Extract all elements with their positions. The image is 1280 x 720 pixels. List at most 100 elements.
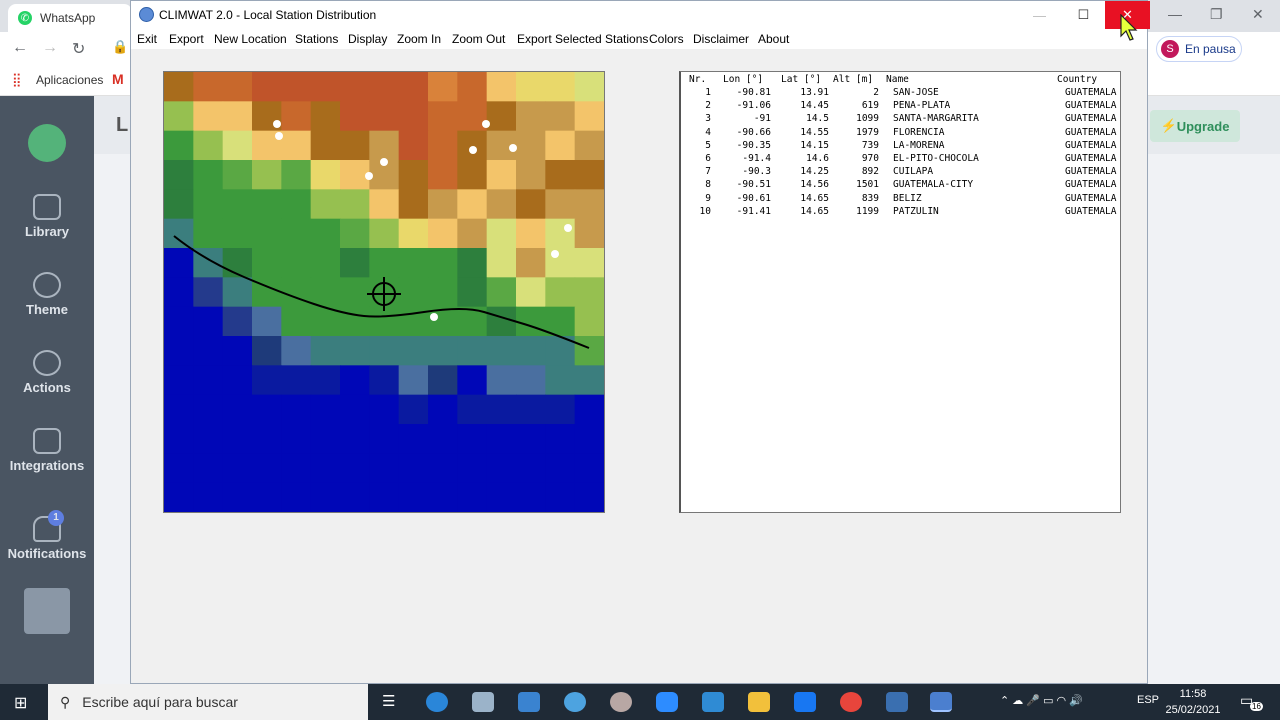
station-marker[interactable] xyxy=(509,144,517,152)
map-grid-cell xyxy=(281,453,312,484)
station-marker[interactable] xyxy=(564,224,572,232)
station-table[interactable]: Nr. Lon [°] Lat [°] Alt [m] Name Country… xyxy=(679,71,1121,513)
back-icon[interactable]: ← xyxy=(12,39,28,57)
station-marker[interactable] xyxy=(275,132,283,140)
menu-stations[interactable]: Stations xyxy=(295,32,338,46)
table-row[interactable]: 9 -90.61 14.65 839 BELIZ GUATEMALA xyxy=(681,193,1120,206)
chrome-icon[interactable] xyxy=(840,692,862,712)
table-cell: 1979 xyxy=(856,126,879,138)
zoom-icon[interactable] xyxy=(656,692,678,712)
mail-icon[interactable] xyxy=(518,692,540,712)
close-icon[interactable]: ✕ xyxy=(1252,6,1264,23)
map-grid-cell xyxy=(252,453,282,484)
station-marker[interactable] xyxy=(469,146,477,154)
map-grid-cell xyxy=(310,189,341,220)
edge-icon[interactable] xyxy=(426,692,448,712)
climwat-taskbar-icon[interactable] xyxy=(930,692,952,712)
station-marker[interactable] xyxy=(365,172,373,180)
gmail-icon[interactable]: M xyxy=(112,71,124,87)
menu-zoom-out[interactable]: Zoom Out xyxy=(452,32,505,46)
facebook-icon[interactable] xyxy=(794,692,816,712)
menu-zoom-in[interactable]: Zoom In xyxy=(397,32,441,46)
map-grid-cell xyxy=(545,248,576,278)
menu-export-selected-stations[interactable]: Export Selected Stations xyxy=(517,32,648,46)
task-view-icon[interactable]: ☰ xyxy=(382,692,395,710)
map-grid-cell xyxy=(398,482,429,512)
system-tray-icons[interactable]: ⌃ ☁ 🎤 ▭ ◠ 🔊 xyxy=(1000,694,1083,707)
search-placeholder: Escribe aquí para buscar xyxy=(82,694,238,710)
store-icon[interactable] xyxy=(472,692,494,712)
bookmark-apps[interactable]: Aplicaciones xyxy=(36,73,103,87)
map-grid-cell xyxy=(340,130,370,161)
paint-icon[interactable] xyxy=(610,692,632,712)
table-row[interactable]: 1 -90.81 13.91 2 SAN-JOSE GUATEMALA xyxy=(681,87,1120,100)
upgrade-button[interactable]: ⚡ Upgrade xyxy=(1150,110,1240,142)
menu-disclaimer[interactable]: Disclaimer xyxy=(693,32,749,46)
map-grid-cell xyxy=(310,424,341,454)
actions-icon xyxy=(33,350,61,376)
table-row[interactable]: 7 -90.3 14.25 892 CUILAPA GUATEMALA xyxy=(681,166,1120,179)
profile-paused-button[interactable]: S En pausa xyxy=(1156,36,1242,62)
station-marker[interactable] xyxy=(482,120,490,128)
map-grid-cell xyxy=(340,277,370,308)
safari-icon[interactable] xyxy=(564,692,586,712)
elevation-grid-map[interactable] xyxy=(164,72,604,512)
table-row[interactable]: 10 -91.41 14.65 1199 PATZULIN GUATEMALA xyxy=(681,206,1120,219)
map-grid-cell xyxy=(486,277,517,308)
window-titlebar[interactable]: CLIMWAT 2.0 - Local Station Distribution… xyxy=(131,1,1150,29)
windows-start-icon[interactable]: ⊞ xyxy=(14,693,27,713)
profile-status-label: En pausa xyxy=(1185,42,1236,56)
station-marker[interactable] xyxy=(380,158,388,166)
map-grid-cell xyxy=(252,72,282,102)
search-app-icon[interactable] xyxy=(886,692,908,712)
sidebar-item-integrations[interactable]: Integrations xyxy=(0,428,94,473)
station-marker[interactable] xyxy=(430,313,438,321)
table-row[interactable]: 8 -90.51 14.56 1501 GUATEMALA-CITY GUATEMALA xyxy=(681,179,1120,192)
browser-tab-whatsapp[interactable]: ✆ WhatsApp xyxy=(8,4,132,32)
menu-export[interactable]: Export xyxy=(169,32,204,46)
station-marker[interactable] xyxy=(551,250,559,258)
map-grid-cell xyxy=(281,248,312,278)
sidebar-item-theme[interactable]: Theme xyxy=(0,272,94,317)
table-cell: 14.15 xyxy=(800,139,829,151)
map-grid-cell xyxy=(193,277,224,308)
map-grid-cell xyxy=(252,365,282,396)
app-thumbnail[interactable] xyxy=(24,588,70,634)
table-cell: 8 xyxy=(705,179,711,191)
map-grid-cell xyxy=(574,424,604,454)
table-row[interactable]: 6 -91.4 14.6 970 EL-PITO-CHOCOLA GUATEMALA xyxy=(681,153,1120,166)
restore-icon[interactable]: ❐ xyxy=(1210,6,1223,23)
minimize-icon[interactable]: — xyxy=(1168,6,1182,22)
maximize-button[interactable]: ☐ xyxy=(1061,1,1106,29)
map-grid-cell xyxy=(164,482,194,512)
station-map[interactable] xyxy=(163,71,605,513)
notification-count: 16 xyxy=(1250,702,1263,711)
menu-new-location[interactable]: New Location xyxy=(214,32,287,46)
sidebar-item-notifications[interactable]: 1 Notifications xyxy=(0,510,94,561)
map-grid-cell xyxy=(398,336,429,366)
reload-icon[interactable]: ↻ xyxy=(72,39,85,59)
table-row[interactable]: 3 -91 14.5 1099 SANTA-MARGARITA GUATEMALA xyxy=(681,113,1120,126)
map-grid-cell xyxy=(398,189,429,220)
taskbar-search-input[interactable]: ⚲ Escribe aquí para buscar xyxy=(48,684,368,720)
clock[interactable]: 11:58 25/02/2021 xyxy=(1160,686,1226,718)
forward-icon[interactable]: → xyxy=(42,39,58,57)
sidebar-item-library[interactable]: Library xyxy=(0,194,94,239)
menu-colors[interactable]: Colors xyxy=(649,32,684,46)
station-marker[interactable] xyxy=(273,120,281,128)
menu-about[interactable]: About xyxy=(758,32,789,46)
file-explorer-icon[interactable] xyxy=(748,692,770,712)
map-grid-cell xyxy=(164,160,194,190)
remote-desktop-icon[interactable] xyxy=(702,692,724,712)
map-grid-cell xyxy=(545,453,576,484)
table-row[interactable]: 5 -90.35 14.15 739 LA-MORENA GUATEMALA xyxy=(681,139,1120,153)
menu-exit[interactable]: Exit xyxy=(137,32,157,46)
table-row[interactable]: 4 -90.66 14.55 1979 FLORENCIA GUATEMALA xyxy=(681,126,1120,140)
minimize-button[interactable]: — xyxy=(1017,1,1062,29)
language-indicator[interactable]: ESP xyxy=(1137,694,1159,706)
table-row[interactable]: 2 -91.06 14.45 619 PENA-PLATA GUATEMALA xyxy=(681,100,1120,113)
sidebar-item-actions[interactable]: Actions xyxy=(0,350,94,395)
table-cell: GUATEMALA xyxy=(1065,166,1117,178)
table-cell: 3 xyxy=(705,113,711,125)
menu-display[interactable]: Display xyxy=(348,32,387,46)
